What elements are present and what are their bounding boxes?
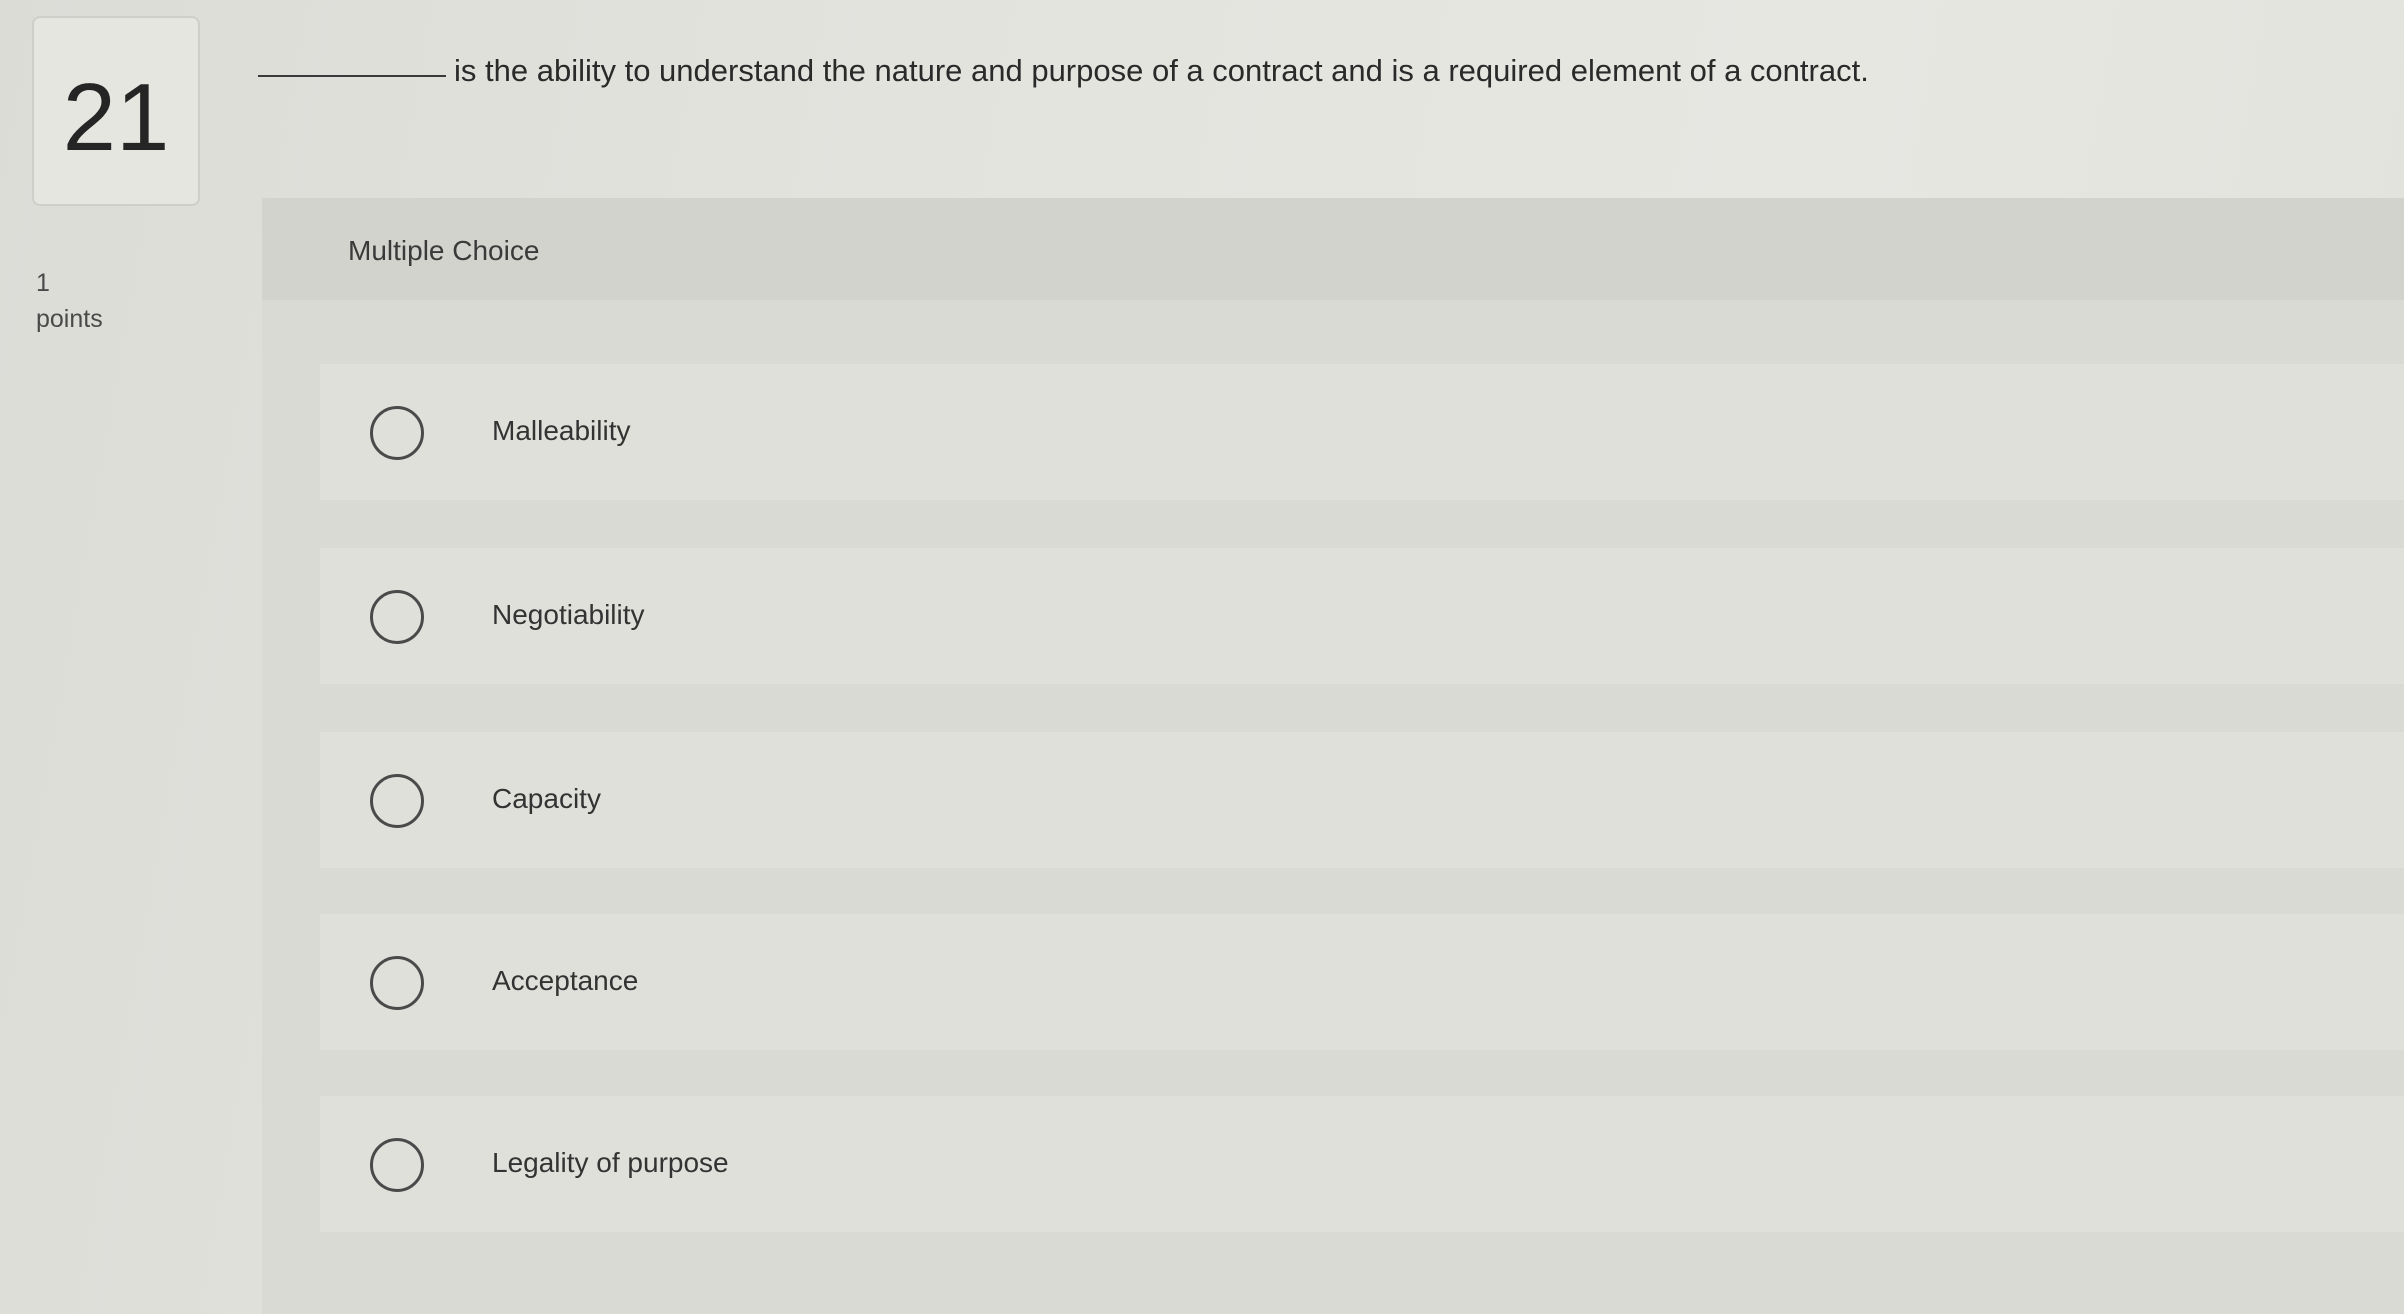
question-number: 21	[62, 64, 170, 171]
radio-button[interactable]	[370, 774, 424, 828]
question-type-label: Multiple Choice	[348, 235, 540, 266]
choice-label[interactable]: Legality of purpose	[492, 1145, 729, 1181]
points-value: 1	[36, 269, 50, 297]
answer-blank	[258, 74, 446, 77]
radio-button[interactable]	[370, 956, 424, 1010]
points-info: 1 points	[36, 265, 103, 337]
answer-panel: Multiple Choice Malleability Negotiabili…	[262, 198, 2404, 1314]
points-label: points	[36, 305, 103, 333]
choice-option[interactable]: Negotiability	[320, 548, 2404, 684]
radio-button[interactable]	[370, 1138, 424, 1192]
choice-label[interactable]: Acceptance	[492, 963, 638, 999]
choice-label[interactable]: Negotiability	[492, 597, 645, 633]
radio-button[interactable]	[370, 590, 424, 644]
choice-label[interactable]: Capacity	[492, 781, 601, 817]
question-number-box: 21	[32, 16, 200, 206]
panel-header: Multiple Choice	[262, 198, 2404, 300]
choice-option[interactable]: Acceptance	[320, 914, 2404, 1050]
question-text: is the ability to understand the nature …	[454, 53, 1869, 88]
choice-option[interactable]: Malleability	[320, 364, 2404, 500]
choice-label[interactable]: Malleability	[492, 413, 631, 449]
choice-option[interactable]: Legality of purpose	[320, 1096, 2404, 1232]
choice-option[interactable]: Capacity	[320, 732, 2404, 868]
question-prompt: is the ability to understand the nature …	[258, 46, 2358, 96]
radio-button[interactable]	[370, 406, 424, 460]
